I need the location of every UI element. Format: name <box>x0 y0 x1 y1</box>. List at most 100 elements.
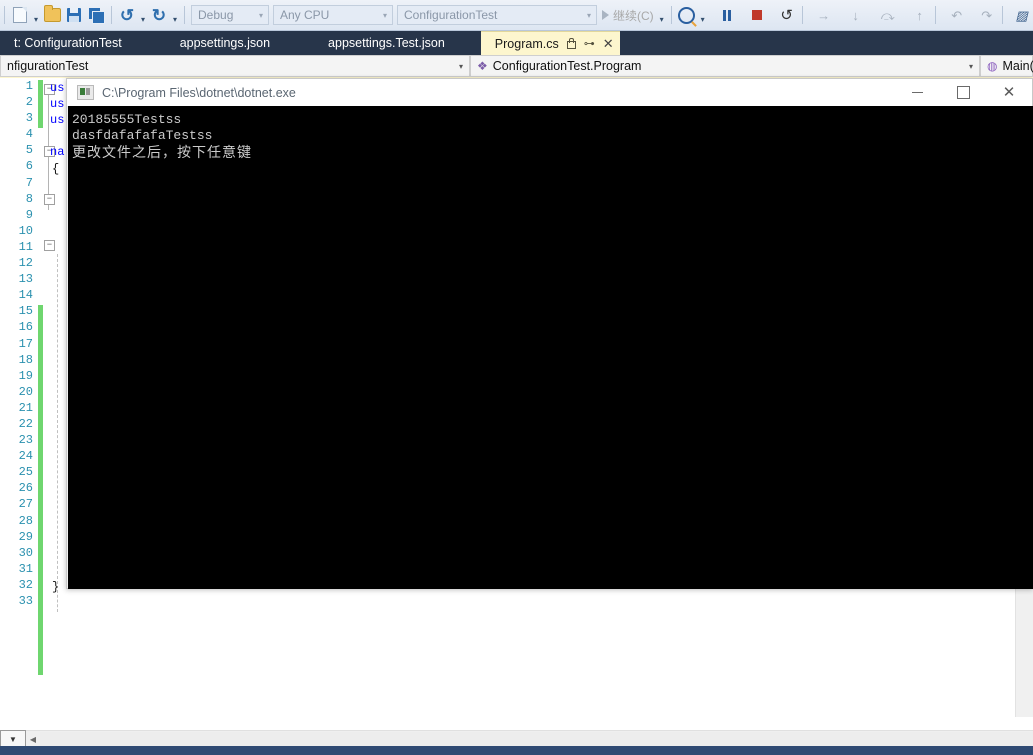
line-number: 15 <box>18 304 33 319</box>
line-number: 24 <box>18 449 33 464</box>
console-app-icon <box>77 85 94 100</box>
line-number: 10 <box>18 223 33 238</box>
attach-dropdown-icon[interactable]: ▾ <box>698 2 708 29</box>
class-icon: ❖ <box>477 59 488 73</box>
main-toolbar: ▾ ↺ ▾ ↻ ▾ Debug ▾ Any CPU ▾ Configuratio… <box>0 0 1033 31</box>
line-number: 18 <box>18 352 33 367</box>
line-number: 6 <box>25 159 33 174</box>
line-number: 3 <box>25 111 33 126</box>
project-selector-combo[interactable]: nfigurationTest ▾ <box>0 55 470 77</box>
code-line[interactable]: na <box>50 144 64 160</box>
chevron-down-icon: ▾ <box>258 10 263 20</box>
line-number: 16 <box>18 320 33 335</box>
diagnostic-tools-icon[interactable]: ▨ <box>1011 4 1033 26</box>
tab-label: Program.cs <box>494 36 559 51</box>
line-number: 1 <box>25 79 33 93</box>
minimize-button[interactable] <box>894 79 940 106</box>
scroll-left-arrow[interactable]: ◀ <box>26 735 40 744</box>
project-selector-value: nfigurationTest <box>7 59 89 73</box>
toolbar-divider <box>670 6 672 24</box>
toolbar-divider <box>1001 6 1003 24</box>
solution-configuration-combo[interactable]: Debug ▾ <box>191 5 269 25</box>
line-number: 33 <box>18 594 33 608</box>
attach-process-icon[interactable] <box>676 4 698 26</box>
save-icon[interactable] <box>63 4 85 26</box>
type-selector-combo[interactable]: ❖ ConfigurationTest.Program ▾ <box>470 55 980 77</box>
member-selector-combo[interactable]: ◍ Main( <box>980 55 1033 77</box>
toolbar-divider <box>934 6 936 24</box>
stop-debugging-icon[interactable] <box>746 4 768 26</box>
close-button[interactable]: ✕ <box>986 79 1032 106</box>
line-number: 5 <box>25 143 33 158</box>
line-number: 20 <box>18 384 33 399</box>
tab-appsettings-test-json[interactable]: appsettings.Test.json <box>314 31 459 55</box>
break-all-icon[interactable] <box>716 4 738 26</box>
method-icon: ◍ <box>987 59 998 73</box>
line-number: 25 <box>18 465 33 480</box>
code-line[interactable]: us <box>50 112 64 128</box>
console-output-line: 20185555Testss <box>72 112 182 127</box>
save-all-icon[interactable] <box>85 4 107 26</box>
new-file-dropdown-icon[interactable]: ▾ <box>31 2 41 29</box>
new-file-icon[interactable] <box>9 4 31 26</box>
restart-icon[interactable]: ↺ <box>776 4 798 26</box>
visual-studio-window: ▾ ↺ ▾ ↻ ▾ Debug ▾ Any CPU ▾ Configuratio… <box>0 0 1033 755</box>
line-number: 26 <box>18 481 33 496</box>
horizontal-scrollbar[interactable]: ▼ ◀ <box>0 730 1033 748</box>
line-number: 28 <box>18 513 33 528</box>
console-output-area[interactable]: 20185555Testss dasfdafafafaTestss 更改文件之后… <box>68 106 1033 589</box>
tab-configurationtest[interactable]: t: ConfigurationTest <box>0 31 136 55</box>
undo-dropdown-icon[interactable]: ▾ <box>138 2 148 29</box>
line-number: 9 <box>25 207 33 222</box>
maximize-button[interactable] <box>940 79 986 106</box>
pin-icon[interactable]: ⊶ <box>584 37 595 50</box>
startup-project-combo[interactable]: ConfigurationTest ▾ <box>397 5 597 25</box>
show-next-statement-icon[interactable]: → <box>813 4 835 26</box>
step-out-icon[interactable]: ↑ <box>909 4 931 26</box>
document-tab-strip: t: ConfigurationTest appsettings.json ap… <box>0 31 1033 55</box>
line-number: 12 <box>18 256 33 271</box>
line-number: 32 <box>18 577 33 592</box>
continue-dropdown-icon[interactable]: ▾ <box>657 2 667 29</box>
console-title-bar[interactable]: C:\Program Files\dotnet\dotnet.exe ✕ <box>67 79 1032 106</box>
navigate-backward-icon[interactable]: ↶ <box>946 4 968 26</box>
line-number: 27 <box>18 497 33 512</box>
undo-icon[interactable]: ↺ <box>116 4 138 26</box>
tab-appsettings-json[interactable]: appsettings.json <box>166 31 284 55</box>
type-selector-value: ConfigurationTest.Program <box>492 59 642 73</box>
line-number: 19 <box>18 368 33 383</box>
line-number: 23 <box>18 433 33 448</box>
code-line[interactable]: us <box>50 96 64 112</box>
solution-platform-value: Any CPU <box>280 8 330 22</box>
tab-program-cs[interactable]: Program.cs ⊶ ✕ <box>480 31 620 55</box>
tab-label: appsettings.json <box>179 36 271 50</box>
line-number: 17 <box>18 336 33 351</box>
line-number: 22 <box>18 416 33 431</box>
code-line[interactable]: } <box>52 579 59 595</box>
navigate-forward-icon[interactable]: ↷ <box>976 4 998 26</box>
step-into-icon[interactable]: ↓ <box>845 4 867 26</box>
code-line[interactable]: us <box>50 80 64 96</box>
horizontal-scroll-track[interactable] <box>40 732 1033 746</box>
play-icon <box>602 10 609 20</box>
open-file-icon[interactable] <box>41 4 63 26</box>
line-number: 14 <box>18 288 33 303</box>
line-number: 21 <box>18 400 33 415</box>
solution-platform-combo[interactable]: Any CPU ▾ <box>273 5 393 25</box>
code-line[interactable]: { <box>52 161 59 177</box>
step-over-icon[interactable]: ⤼ <box>877 4 899 26</box>
close-icon[interactable]: ✕ <box>603 37 614 50</box>
line-number: 31 <box>18 561 33 576</box>
toolbar-divider <box>801 6 803 24</box>
line-number: 29 <box>18 529 33 544</box>
editor-navigation-bar: nfigurationTest ▾ ❖ ConfigurationTest.Pr… <box>0 55 1033 79</box>
redo-icon[interactable]: ↻ <box>148 4 170 26</box>
console-output-line: dasfdafafafaTestss <box>72 128 213 143</box>
toolbar-divider <box>111 6 112 24</box>
console-window[interactable]: C:\Program Files\dotnet\dotnet.exe ✕ 201… <box>66 78 1033 589</box>
continue-button[interactable]: 继续(C) <box>599 7 657 24</box>
console-output-line: 更改文件之后，按下任意键 <box>72 145 252 161</box>
toolbar-divider <box>4 6 5 24</box>
redo-dropdown-icon[interactable]: ▾ <box>170 2 180 29</box>
member-selector-value: Main( <box>1002 59 1033 73</box>
